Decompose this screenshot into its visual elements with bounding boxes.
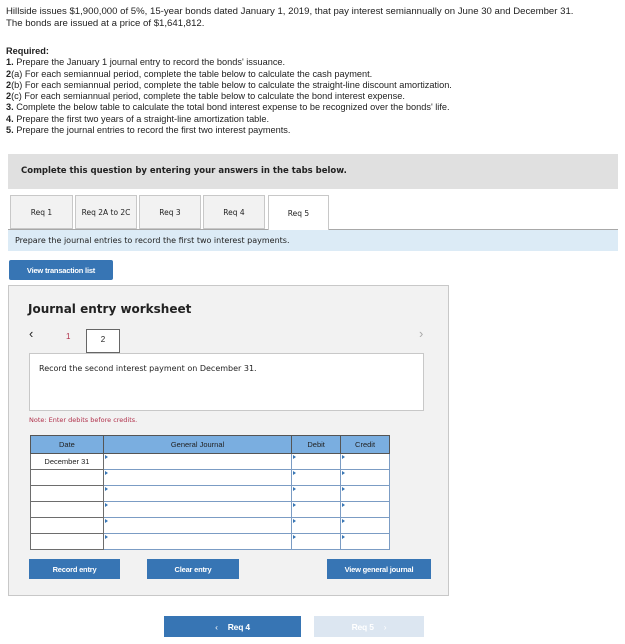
column-header-date: Date: [30, 435, 104, 454]
table-row: [30, 469, 390, 486]
entry-description-box: Record the second interest payment on De…: [29, 353, 424, 411]
view-transaction-list-button[interactable]: View transaction list: [9, 260, 113, 280]
general-journal-input[interactable]: [102, 533, 293, 550]
required-heading: Required:: [6, 46, 49, 56]
tab-req-1[interactable]: Req 1: [10, 195, 73, 229]
debit-input[interactable]: [291, 469, 342, 486]
chevron-left-icon: ‹: [215, 621, 218, 632]
required-item: 4. Prepare the first two years of a stra…: [6, 114, 452, 125]
column-header-credit: Credit: [340, 435, 390, 454]
next-req-button: Req 5 ›: [314, 616, 424, 637]
tab-description: Prepare the journal entries to record th…: [15, 236, 290, 245]
required-item-text: (b) For each semiannual period, complete…: [11, 79, 452, 90]
credit-input[interactable]: [340, 517, 390, 534]
date-cell: December 31: [30, 453, 104, 470]
debit-input[interactable]: [291, 517, 342, 534]
table-row: [30, 517, 390, 534]
credit-input[interactable]: [340, 485, 390, 502]
tab-req-4[interactable]: Req 4: [203, 195, 265, 229]
tab-description-strip: Prepare the journal entries to record th…: [8, 229, 618, 251]
required-item: 2(b) For each semiannual period, complet…: [6, 80, 452, 91]
required-item-number: 1.: [6, 57, 14, 68]
table-row: December 31: [30, 453, 390, 470]
table-row: [30, 485, 390, 502]
intro-line-1: Hillside issues $1,900,000 of 5%, 15-yea…: [6, 6, 574, 17]
prev-req-label: Req 4: [227, 621, 250, 632]
entry-description: Record the second interest payment on De…: [39, 364, 257, 373]
date-cell: [30, 517, 104, 534]
date-cell: [30, 501, 104, 518]
tab-req-5[interactable]: Req 5: [268, 195, 329, 230]
instruction-text: Complete this question by entering your …: [21, 166, 347, 176]
table-row: [30, 501, 390, 518]
required-item: 2(c) For each semiannual period, complet…: [6, 91, 452, 102]
required-item-number: 5.: [6, 125, 14, 136]
date-cell: [30, 533, 104, 550]
required-item: 1. Prepare the January 1 journal entry t…: [6, 57, 452, 68]
general-journal-input[interactable]: [102, 485, 293, 502]
record-entry-button[interactable]: Record entry: [29, 559, 120, 579]
required-item: 5. Prepare the journal entries to record…: [6, 125, 452, 136]
date-cell: [30, 485, 104, 502]
intro-line-2: The bonds are issued at a price of $1,64…: [6, 17, 205, 29]
credit-input[interactable]: [340, 453, 390, 470]
general-journal-input[interactable]: [102, 501, 293, 518]
chevron-right-icon[interactable]: ›: [419, 326, 423, 341]
required-item-text: (a) For each semiannual period, complete…: [11, 68, 373, 79]
credit-input[interactable]: [340, 501, 390, 518]
view-general-journal-button[interactable]: View general journal: [327, 559, 431, 579]
general-journal-input[interactable]: [102, 517, 293, 534]
required-item-number: 3.: [6, 102, 14, 113]
required-item-text: Prepare the first two years of a straigh…: [13, 113, 269, 124]
debit-input[interactable]: [291, 453, 342, 470]
page-2-current[interactable]: 2: [86, 329, 120, 353]
instruction-bar: Complete this question by entering your …: [8, 154, 618, 189]
clear-entry-button[interactable]: Clear entry: [147, 559, 239, 579]
column-header-general-journal: General Journal: [102, 435, 293, 454]
page-1-link[interactable]: 1: [66, 332, 70, 341]
problem-intro: Hillside issues $1,900,000 of 5%, 15-yea…: [6, 6, 618, 29]
prev-req-button[interactable]: ‹ Req 4: [164, 616, 301, 637]
chevron-left-icon[interactable]: ‹: [29, 326, 33, 341]
journal-table: Date General Journal Debit Credit Decemb…: [30, 435, 390, 550]
debit-input[interactable]: [291, 501, 342, 518]
note-text: Note: Enter debits before credits.: [29, 416, 138, 424]
required-item: 2(a) For each semiannual period, complet…: [6, 69, 452, 80]
journal-entry-worksheet: Journal entry worksheet ‹ 1 2 › Record t…: [8, 285, 449, 596]
credit-input[interactable]: [340, 469, 390, 486]
required-item: 3. Complete the below table to calculate…: [6, 102, 452, 113]
date-cell: [30, 469, 104, 486]
tab-req-3[interactable]: Req 3: [139, 195, 201, 229]
required-item-number: 4.: [6, 113, 14, 124]
debit-input[interactable]: [291, 533, 342, 550]
required-list: Required: 1. Prepare the January 1 journ…: [6, 46, 452, 136]
general-journal-input[interactable]: [102, 453, 293, 470]
next-req-label: Req 5: [351, 621, 374, 632]
tab-req-2a-2c[interactable]: Req 2A to 2C: [75, 195, 137, 229]
chevron-right-icon: ›: [383, 621, 387, 632]
table-row: [30, 533, 390, 550]
required-item-text: Prepare the January 1 journal entry to r…: [13, 57, 286, 68]
credit-input[interactable]: [340, 533, 390, 550]
required-item-text: Prepare the journal entries to record th…: [13, 125, 291, 136]
required-item-text: Complete the below table to calculate th…: [13, 102, 450, 113]
required-item-text: (c) For each semiannual period, complete…: [11, 91, 405, 102]
worksheet-title: Journal entry worksheet: [28, 302, 192, 316]
debit-input[interactable]: [291, 485, 342, 502]
general-journal-input[interactable]: [102, 469, 293, 486]
column-header-debit: Debit: [291, 435, 342, 454]
